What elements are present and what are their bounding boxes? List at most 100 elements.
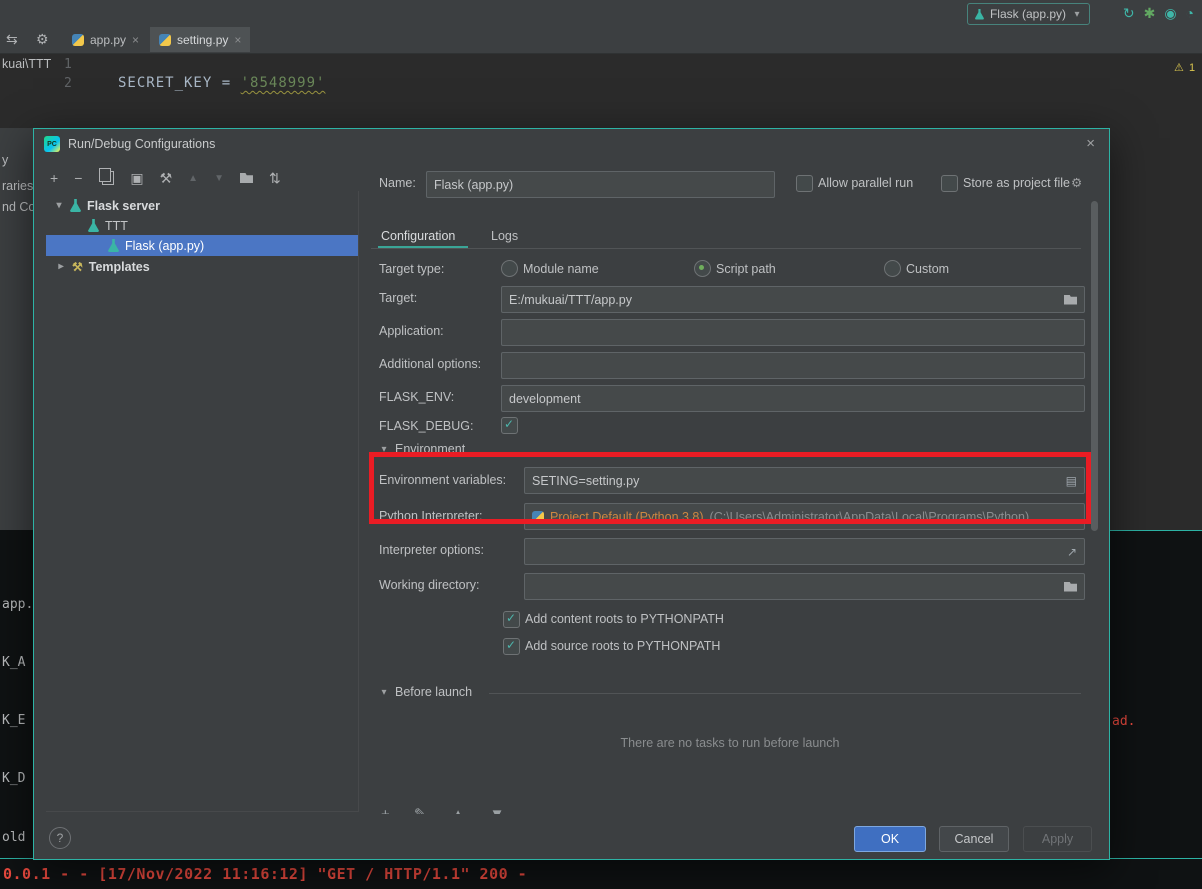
radio-script-path[interactable] — [694, 260, 711, 277]
flask-icon — [108, 239, 119, 252]
add-source-roots-checkbox[interactable] — [503, 638, 520, 655]
console-fragment: app.p — [2, 596, 33, 612]
before-launch-label: Before launch — [395, 685, 473, 699]
radio-custom-label: Custom — [906, 262, 950, 276]
tree-item-label: Flask (app.py) — [125, 238, 205, 253]
add-content-roots-checkbox[interactable] — [503, 611, 520, 628]
dialog-title-bar: PC Run/Debug Configurations — [44, 136, 215, 152]
add-config-button[interactable]: + — [50, 170, 58, 186]
coverage-icon[interactable]: ✱ — [1144, 3, 1156, 23]
expand-icon[interactable]: ↗ — [1067, 545, 1077, 559]
flask-env-input[interactable]: development — [501, 385, 1085, 412]
profiler-icon[interactable]: ◉ — [1164, 3, 1176, 23]
pycharm-window: { "colors": { "annotation_red": "#ea1c24… — [0, 0, 1202, 889]
working-directory-label: Working directory: — [379, 578, 480, 592]
before-launch-toolbar-clipped: + ✎ ▲ ▼ — [381, 805, 681, 814]
target-value: E:/mukuai/TTT/app.py — [509, 292, 632, 307]
tab-close-icon[interactable]: × — [234, 33, 241, 47]
name-input[interactable]: Flask (app.py) — [426, 171, 775, 198]
name-label: Name: — [379, 176, 416, 190]
store-gear-icon[interactable]: ⚙ — [1071, 175, 1082, 190]
chevron-right-icon[interactable]: ▸ — [56, 261, 66, 272]
code-operator: = — [221, 75, 232, 91]
flask-env-label: FLASK_ENV: — [379, 390, 455, 404]
settings-gear-icon[interactable]: ⚙ — [36, 27, 49, 52]
additional-options-input[interactable] — [501, 352, 1085, 379]
name-value: Flask (app.py) — [434, 177, 514, 192]
tab-app-py[interactable]: app.py × — [63, 27, 148, 52]
chevron-down-icon: ▾ — [381, 686, 387, 698]
application-input[interactable] — [501, 319, 1085, 346]
tree-item-flask-server[interactable]: ▾ Flask server — [46, 195, 358, 216]
remove-config-button[interactable]: − — [74, 170, 82, 186]
tree-fragment: nd Co — [2, 200, 33, 214]
move-up-button[interactable]: ▲ — [188, 173, 198, 184]
structure-icon[interactable]: ⇆ — [6, 27, 18, 52]
console-fragment: K_A — [2, 655, 26, 671]
dialog-scrollbar[interactable] — [1091, 201, 1098, 531]
tab-label: app.py — [90, 32, 127, 47]
tree-item-label: Templates — [88, 259, 150, 274]
ok-button[interactable]: OK — [854, 826, 926, 852]
wrench-icon: ⚒ — [72, 259, 83, 274]
tab-logs[interactable]: Logs — [491, 229, 518, 243]
console-strip-right — [1108, 531, 1202, 858]
code-string: '8548999' — [240, 75, 326, 91]
tree-item-ttt[interactable]: TTT — [46, 215, 358, 236]
flask-debug-checkbox[interactable] — [501, 417, 518, 434]
move-down-button[interactable]: ▼ — [214, 173, 224, 184]
cancel-button[interactable]: Cancel — [939, 826, 1009, 852]
rerun-icon[interactable]: ↻ — [1123, 3, 1135, 23]
copy-config-button[interactable] — [99, 168, 115, 185]
apply-button[interactable]: Apply — [1023, 826, 1092, 852]
folder-browse-icon[interactable] — [1064, 294, 1077, 305]
before-launch-section-toggle[interactable]: ▾ Before launch — [379, 685, 472, 699]
allow-parallel-run-checkbox[interactable] — [796, 175, 813, 192]
editor-tab-bar: ⇆ ⚙ app.py × setting.py × — [0, 27, 1202, 54]
target-type-label: Target type: — [379, 262, 445, 276]
new-folder-button[interactable] — [239, 173, 253, 183]
warning-count: 1 — [1189, 62, 1196, 74]
store-as-project-file-checkbox[interactable] — [941, 175, 958, 192]
help-button[interactable]: ? — [49, 827, 71, 849]
interpreter-options-input[interactable]: ↗ — [524, 538, 1085, 565]
code-line[interactable]: SECRET_KEY = '8548999' — [118, 75, 325, 91]
tree-item-templates[interactable]: ▸ ⚒ Templates — [46, 256, 358, 277]
tab-setting-py[interactable]: setting.py × — [150, 27, 251, 52]
edit-templates-button[interactable]: ⚒ — [160, 170, 173, 187]
line-number: 1 — [64, 57, 72, 72]
flask-debug-label: FLASK_DEBUG: — [379, 419, 474, 433]
editor-warning-icon: ⚠ — [1174, 62, 1184, 74]
pycharm-logo-icon: PC — [44, 136, 60, 152]
python-file-icon — [72, 33, 84, 46]
working-directory-input[interactable] — [524, 573, 1085, 600]
tabs-separator — [371, 248, 1081, 249]
flask-env-value: development — [509, 391, 581, 406]
application-label: Application: — [379, 324, 444, 338]
tab-close-icon[interactable]: × — [132, 33, 139, 47]
tree-fragment: raries — [2, 179, 33, 193]
run-config-select[interactable]: Flask (app.py) ▾ — [966, 3, 1090, 25]
chevron-down-icon[interactable]: ▾ — [54, 200, 64, 211]
radio-module-name[interactable] — [501, 260, 518, 277]
target-label: Target: — [379, 291, 418, 305]
tree-item-flask-app-py[interactable]: Flask (app.py) — [46, 235, 358, 256]
flask-icon — [70, 199, 81, 212]
save-config-button[interactable]: ▣ — [130, 170, 143, 187]
store-as-project-file-label: Store as project file — [963, 176, 1070, 190]
tree-item-label: Flask server — [87, 198, 160, 213]
add-source-roots-label: Add source roots to PYTHONPATH — [525, 639, 721, 653]
tab-configuration[interactable]: Configuration — [381, 229, 455, 243]
radio-custom[interactable] — [884, 260, 901, 277]
folder-browse-icon[interactable] — [1064, 581, 1077, 592]
console-right-fragment: ad. — [1112, 714, 1136, 729]
flask-icon — [974, 8, 984, 20]
dialog-close-icon[interactable]: × — [1086, 135, 1095, 152]
configurations-tree: ▾ Flask server TTT Flask (app.py) ▸ ⚒ Te… — [46, 191, 359, 812]
interpreter-options-label: Interpreter options: — [379, 543, 484, 557]
target-input[interactable]: E:/mukuai/TTT/app.py — [501, 286, 1085, 313]
ide-top-bar: Flask (app.py) ▾ ↻ ✱ ◉ ◔ — [0, 0, 1202, 28]
sort-configs-button[interactable]: ⇅ — [269, 170, 281, 187]
editor-breadcrumb-fragment: kuai\TTT — [2, 57, 52, 71]
concurrency-icon[interactable]: ◔ — [1186, 3, 1194, 23]
